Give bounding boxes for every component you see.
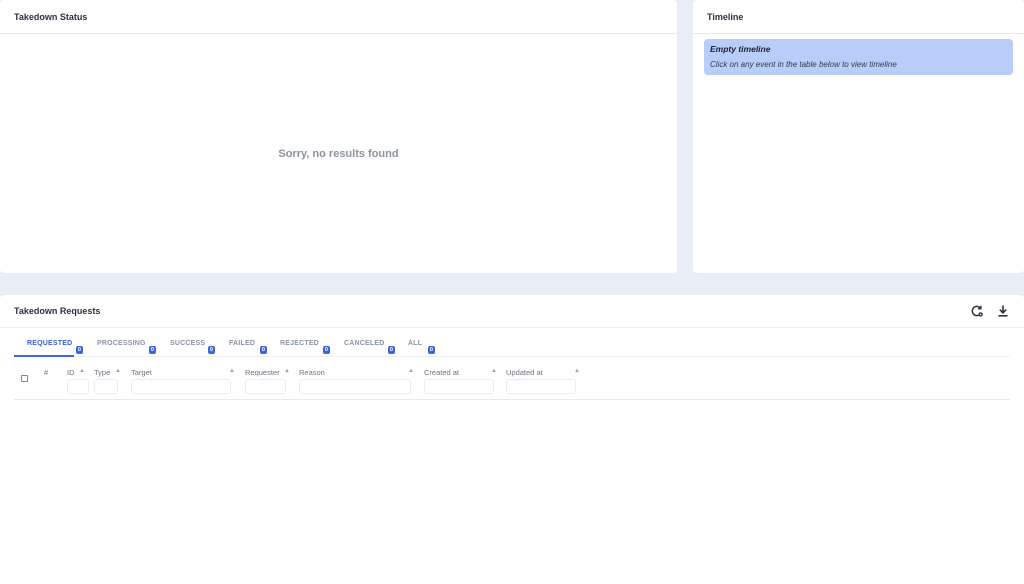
- takedown-status-panel: Takedown Status Sorry, no results found: [0, 0, 677, 273]
- takedown-requests-panel: Takedown Requests REQUESTED 0 PROCESSING…: [0, 295, 1024, 584]
- download-icon[interactable]: [996, 304, 1010, 318]
- tab-count-badge: 0: [149, 346, 156, 354]
- column-header-index: #: [44, 368, 49, 377]
- table-header: # ID ▲ Type ▲ Target ▲ Requester ▲ Reaso…: [14, 364, 1010, 400]
- filter-updated-at-input[interactable]: [506, 379, 576, 394]
- tab-count-badge: 0: [323, 346, 330, 354]
- tab-count-badge: 0: [260, 346, 267, 354]
- column-header-target[interactable]: Target: [131, 368, 152, 377]
- column-header-reason[interactable]: Reason: [299, 368, 325, 377]
- filter-created-at-input[interactable]: [424, 379, 494, 394]
- tab-processing[interactable]: PROCESSING 0: [97, 335, 156, 357]
- filter-id-input[interactable]: [67, 379, 89, 394]
- tab-canceled[interactable]: CANCELED 0: [344, 335, 395, 357]
- tab-count-badge: 0: [388, 346, 395, 354]
- filter-reason-input[interactable]: [299, 379, 411, 394]
- requests-header: Takedown Requests: [0, 295, 1024, 328]
- select-all-checkbox[interactable]: [21, 375, 28, 382]
- sort-asc-icon[interactable]: ▲: [284, 368, 290, 374]
- sort-asc-icon[interactable]: ▲: [408, 368, 414, 374]
- sort-asc-icon[interactable]: ▲: [79, 368, 85, 374]
- tab-rejected[interactable]: REJECTED 0: [280, 335, 330, 357]
- tab-failed[interactable]: FAILED 0: [229, 335, 267, 357]
- empty-timeline-notice: Empty timeline Click on any event in the…: [704, 39, 1013, 75]
- filter-requester-input[interactable]: [245, 379, 286, 394]
- sort-asc-icon[interactable]: ▲: [574, 368, 580, 374]
- takedown-status-title: Takedown Status: [0, 0, 677, 34]
- tab-count-badge: 0: [76, 346, 83, 354]
- requests-toolbar: [970, 304, 1010, 318]
- filter-target-input[interactable]: [131, 379, 231, 394]
- column-header-requester[interactable]: Requester: [245, 368, 280, 377]
- column-header-id[interactable]: ID: [67, 368, 75, 377]
- tab-all[interactable]: ALL 0: [408, 335, 438, 357]
- column-header-created-at[interactable]: Created at: [424, 368, 459, 377]
- column-header-type[interactable]: Type: [94, 368, 110, 377]
- sort-asc-icon[interactable]: ▲: [115, 368, 121, 374]
- tab-count-badge: 0: [428, 346, 435, 354]
- timeline-panel: Timeline Empty timeline Click on any eve…: [693, 0, 1024, 273]
- timeline-title: Timeline: [693, 0, 1024, 34]
- empty-timeline-title: Empty timeline: [710, 44, 771, 54]
- refresh-settings-icon[interactable]: [970, 304, 984, 318]
- sort-asc-icon[interactable]: ▲: [491, 368, 497, 374]
- takedown-requests-title: Takedown Requests: [14, 306, 101, 316]
- sort-asc-icon[interactable]: ▲: [229, 368, 235, 374]
- tab-requested[interactable]: REQUESTED 0: [14, 335, 83, 357]
- column-header-updated-at[interactable]: Updated at: [506, 368, 543, 377]
- empty-timeline-hint: Click on any event in the table below to…: [710, 60, 897, 69]
- status-tabs: REQUESTED 0 PROCESSING 0 SUCCESS 0 FAILE…: [14, 335, 1010, 357]
- empty-results-message: Sorry, no results found: [278, 148, 399, 160]
- filter-type-input[interactable]: [94, 379, 118, 394]
- tab-count-badge: 0: [208, 346, 215, 354]
- tab-success[interactable]: SUCCESS 0: [170, 335, 215, 357]
